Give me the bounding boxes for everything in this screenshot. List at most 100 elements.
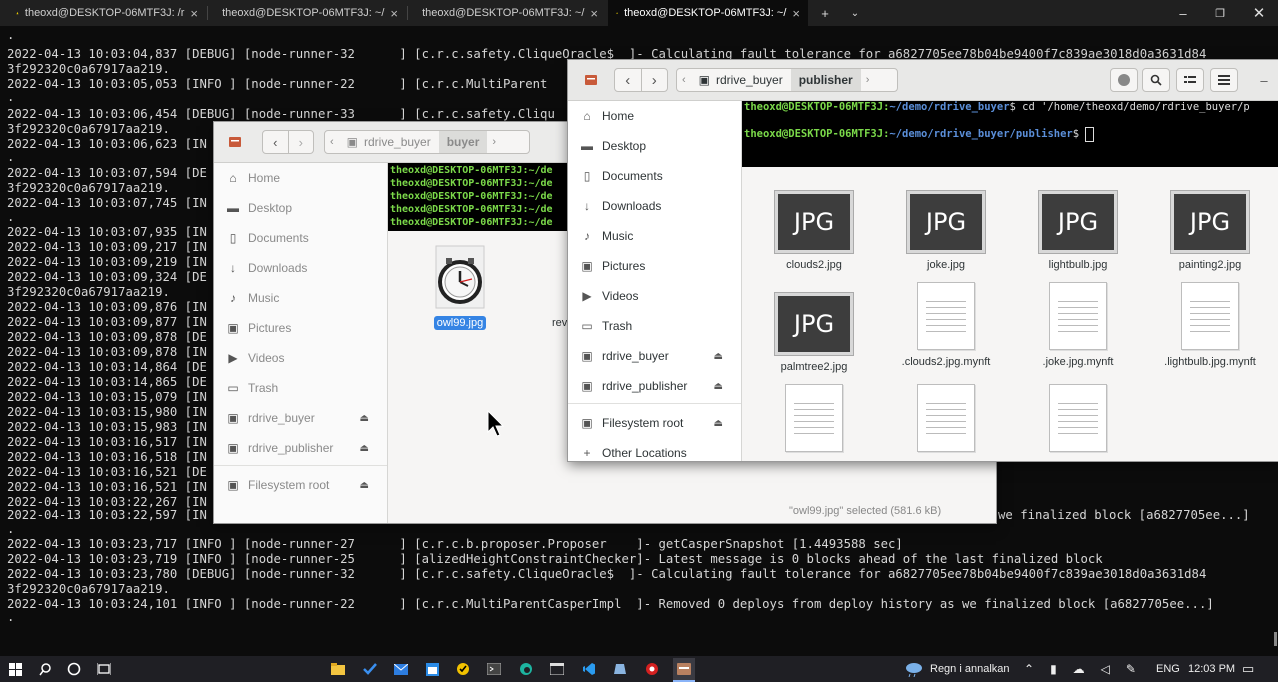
file-explorer-icon[interactable]	[330, 661, 346, 677]
close-icon[interactable]: ×	[792, 6, 800, 21]
file-joke-mynft[interactable]: .joke.jpg.mynft	[1023, 282, 1133, 368]
breadcrumb-left-arrow[interactable]: ‹	[677, 74, 691, 86]
eject-icon[interactable]: ⏏	[714, 351, 723, 362]
sidebar-item-documents[interactable]: ▯ Documents	[568, 161, 741, 191]
sidebar-item-rdrive-publisher[interactable]: ▣ rdrive_publisher ⏏	[214, 433, 387, 463]
sidebar-item-music[interactable]: ♪ Music	[568, 221, 741, 251]
forward-button[interactable]: ›	[642, 72, 668, 89]
app-icon[interactable]	[612, 661, 628, 677]
app-menu-icon[interactable]	[578, 68, 604, 92]
view-toggle-button[interactable]	[1176, 68, 1204, 92]
volume-icon[interactable]: ◁	[1101, 662, 1110, 676]
app-menu-icon[interactable]	[222, 130, 248, 154]
file-lightbulb-mynft[interactable]: .lightbulb.jpg.mynft	[1155, 282, 1265, 368]
search-icon[interactable]	[37, 661, 53, 677]
norton-icon[interactable]	[455, 661, 471, 677]
file-item[interactable]	[759, 384, 869, 458]
sidebar-item-home[interactable]: ⌂ Home	[568, 101, 741, 131]
file-palmtree2-jpg[interactable]: JPG palmtree2.jpg	[759, 293, 869, 373]
sidebar-item-music[interactable]: ♪ Music	[214, 283, 387, 313]
close-icon[interactable]: ×	[190, 6, 198, 21]
sidebar-item-videos[interactable]: ▶ Videos	[214, 343, 387, 373]
sidebar-item-filesystem-root[interactable]: ▣ Filesystem root ⏏	[568, 408, 741, 438]
calendar-icon[interactable]	[424, 661, 440, 677]
minimize-button[interactable]: –	[1252, 68, 1276, 92]
window-app-icon[interactable]	[549, 661, 565, 677]
task-view-icon[interactable]	[96, 661, 112, 677]
sidebar-item-downloads[interactable]: ↓ Downloads	[568, 191, 741, 221]
progress-indicator-button[interactable]	[1110, 68, 1138, 92]
breadcrumb-right-arrow[interactable]: ›	[861, 74, 875, 86]
eject-icon[interactable]: ⏏	[360, 480, 369, 491]
sidebar-item-trash[interactable]: ▭ Trash	[214, 373, 387, 403]
terminal-tab-active[interactable]: theoxd@DESKTOP-06MTF3J: ~/ ×	[608, 0, 808, 26]
sidebar-item-rdrive-buyer[interactable]: ▣ rdrive_buyer ⏏	[214, 403, 387, 433]
todo-icon[interactable]	[362, 661, 378, 677]
record-app-icon[interactable]	[644, 661, 660, 677]
eject-icon[interactable]: ⏏	[360, 413, 369, 424]
menu-button[interactable]	[1210, 68, 1238, 92]
chevron-up-icon[interactable]: ⌃	[1024, 662, 1034, 676]
breadcrumb-left-arrow[interactable]: ‹	[325, 136, 339, 148]
file-lightbulb-jpg[interactable]: JPG lightbulb.jpg	[1023, 191, 1133, 271]
notification-icon[interactable]: ▭	[1242, 656, 1254, 682]
sidebar-item-other-locations[interactable]: + Other Locations	[568, 445, 741, 461]
vscode-icon[interactable]	[581, 661, 597, 677]
sidebar-item-trash[interactable]: ▭ Trash	[568, 311, 741, 341]
sidebar-item-pictures[interactable]: ▣ Pictures	[568, 251, 741, 281]
sidebar-item-downloads[interactable]: ↓ Downloads	[214, 253, 387, 283]
sidebar-item-rdrive-buyer[interactable]: ▣ rdrive_buyer ⏏	[568, 341, 741, 371]
terminal-icon[interactable]	[486, 661, 502, 677]
file-manager-icon[interactable]	[673, 658, 695, 680]
file-clouds2-mynft[interactable]: .clouds2.jpg.mynft	[891, 282, 1001, 368]
language-indicator[interactable]: ENG	[1156, 656, 1180, 682]
sidebar-item-filesystem-root[interactable]: ▣ Filesystem root ⏏	[214, 470, 387, 500]
terminal-tab[interactable]: theoxd@DESKTOP-06MTF3J: ~/ ×	[208, 0, 406, 26]
search-button[interactable]	[1142, 68, 1170, 92]
close-icon[interactable]: ×	[590, 6, 598, 21]
close-icon[interactable]: ×	[390, 6, 398, 21]
file-owl99[interactable]: owl99.jpg	[405, 244, 515, 330]
file-clouds2-jpg[interactable]: JPG clouds2.jpg	[759, 191, 869, 271]
mail-icon[interactable]	[393, 661, 409, 677]
eject-icon[interactable]: ⏏	[360, 443, 369, 454]
terminal-scrollbar[interactable]	[1274, 632, 1277, 646]
back-button[interactable]: ‹	[615, 72, 641, 89]
breadcrumb-right-arrow[interactable]: ›	[487, 136, 501, 148]
sidebar-item-pictures[interactable]: ▣ Pictures	[214, 313, 387, 343]
forward-button[interactable]: ›	[289, 135, 314, 150]
eject-icon[interactable]: ⏏	[714, 381, 723, 392]
sidebar-item-desktop[interactable]: ▬ Desktop	[568, 131, 741, 161]
back-button[interactable]: ‹	[263, 135, 288, 150]
sidebar-item-home[interactable]: ⌂ Home	[214, 163, 387, 193]
breadcrumb-rdrive_buyer[interactable]: ▣ rdrive_buyer	[691, 69, 791, 91]
sidebar-item-desktop[interactable]: ▬ Desktop	[214, 193, 387, 223]
file-joke-jpg[interactable]: JPG joke.jpg	[891, 191, 1001, 271]
tab-dropdown-button[interactable]: ⌄	[836, 0, 874, 26]
log-line: 2022-04-13 10:03:15,980 [IN	[7, 405, 207, 419]
file-painting2-jpg[interactable]: JPG painting2.jpg	[1155, 191, 1265, 271]
breadcrumb-buyer[interactable]: buyer	[438, 131, 488, 153]
breadcrumb-publisher[interactable]: publisher	[790, 69, 861, 91]
breadcrumb-rdrive_buyer[interactable]: ▣ rdrive_buyer	[339, 131, 439, 153]
edge-icon[interactable]	[518, 661, 534, 677]
microphone-icon[interactable]: ▮	[1050, 662, 1057, 676]
windows-start-icon[interactable]	[7, 661, 23, 677]
minimize-button[interactable]: –	[1164, 0, 1202, 26]
sidebar-item-documents[interactable]: ▯ Documents	[214, 223, 387, 253]
clock[interactable]: 12:03 PM	[1188, 656, 1235, 682]
weather-widget[interactable]: Regn i annalkan	[904, 656, 1010, 682]
maximize-button[interactable]: ❐	[1201, 0, 1239, 26]
file-item[interactable]	[891, 384, 1001, 458]
file-item[interactable]	[1023, 384, 1133, 458]
sidebar-item-rdrive-publisher[interactable]: ▣ rdrive_publisher ⏏	[568, 371, 741, 401]
terminal-tab[interactable]: theoxd@DESKTOP-06MTF3J: /r ×	[8, 0, 206, 26]
close-window-button[interactable]: ✕	[1240, 0, 1278, 26]
sidebar-item-videos[interactable]: ▶ Videos	[568, 281, 741, 311]
eject-icon[interactable]: ⏏	[714, 418, 723, 429]
embedded-terminal[interactable]: theoxd@DESKTOP-06MTF3J:~/demo/rdrive_buy…	[742, 101, 1278, 167]
network-icon[interactable]: ☁	[1073, 662, 1085, 676]
cortana-icon[interactable]	[66, 661, 82, 677]
pen-icon[interactable]: ✎	[1126, 662, 1136, 676]
terminal-tab[interactable]: theoxd@DESKTOP-06MTF3J: ~/ ×	[408, 0, 606, 26]
